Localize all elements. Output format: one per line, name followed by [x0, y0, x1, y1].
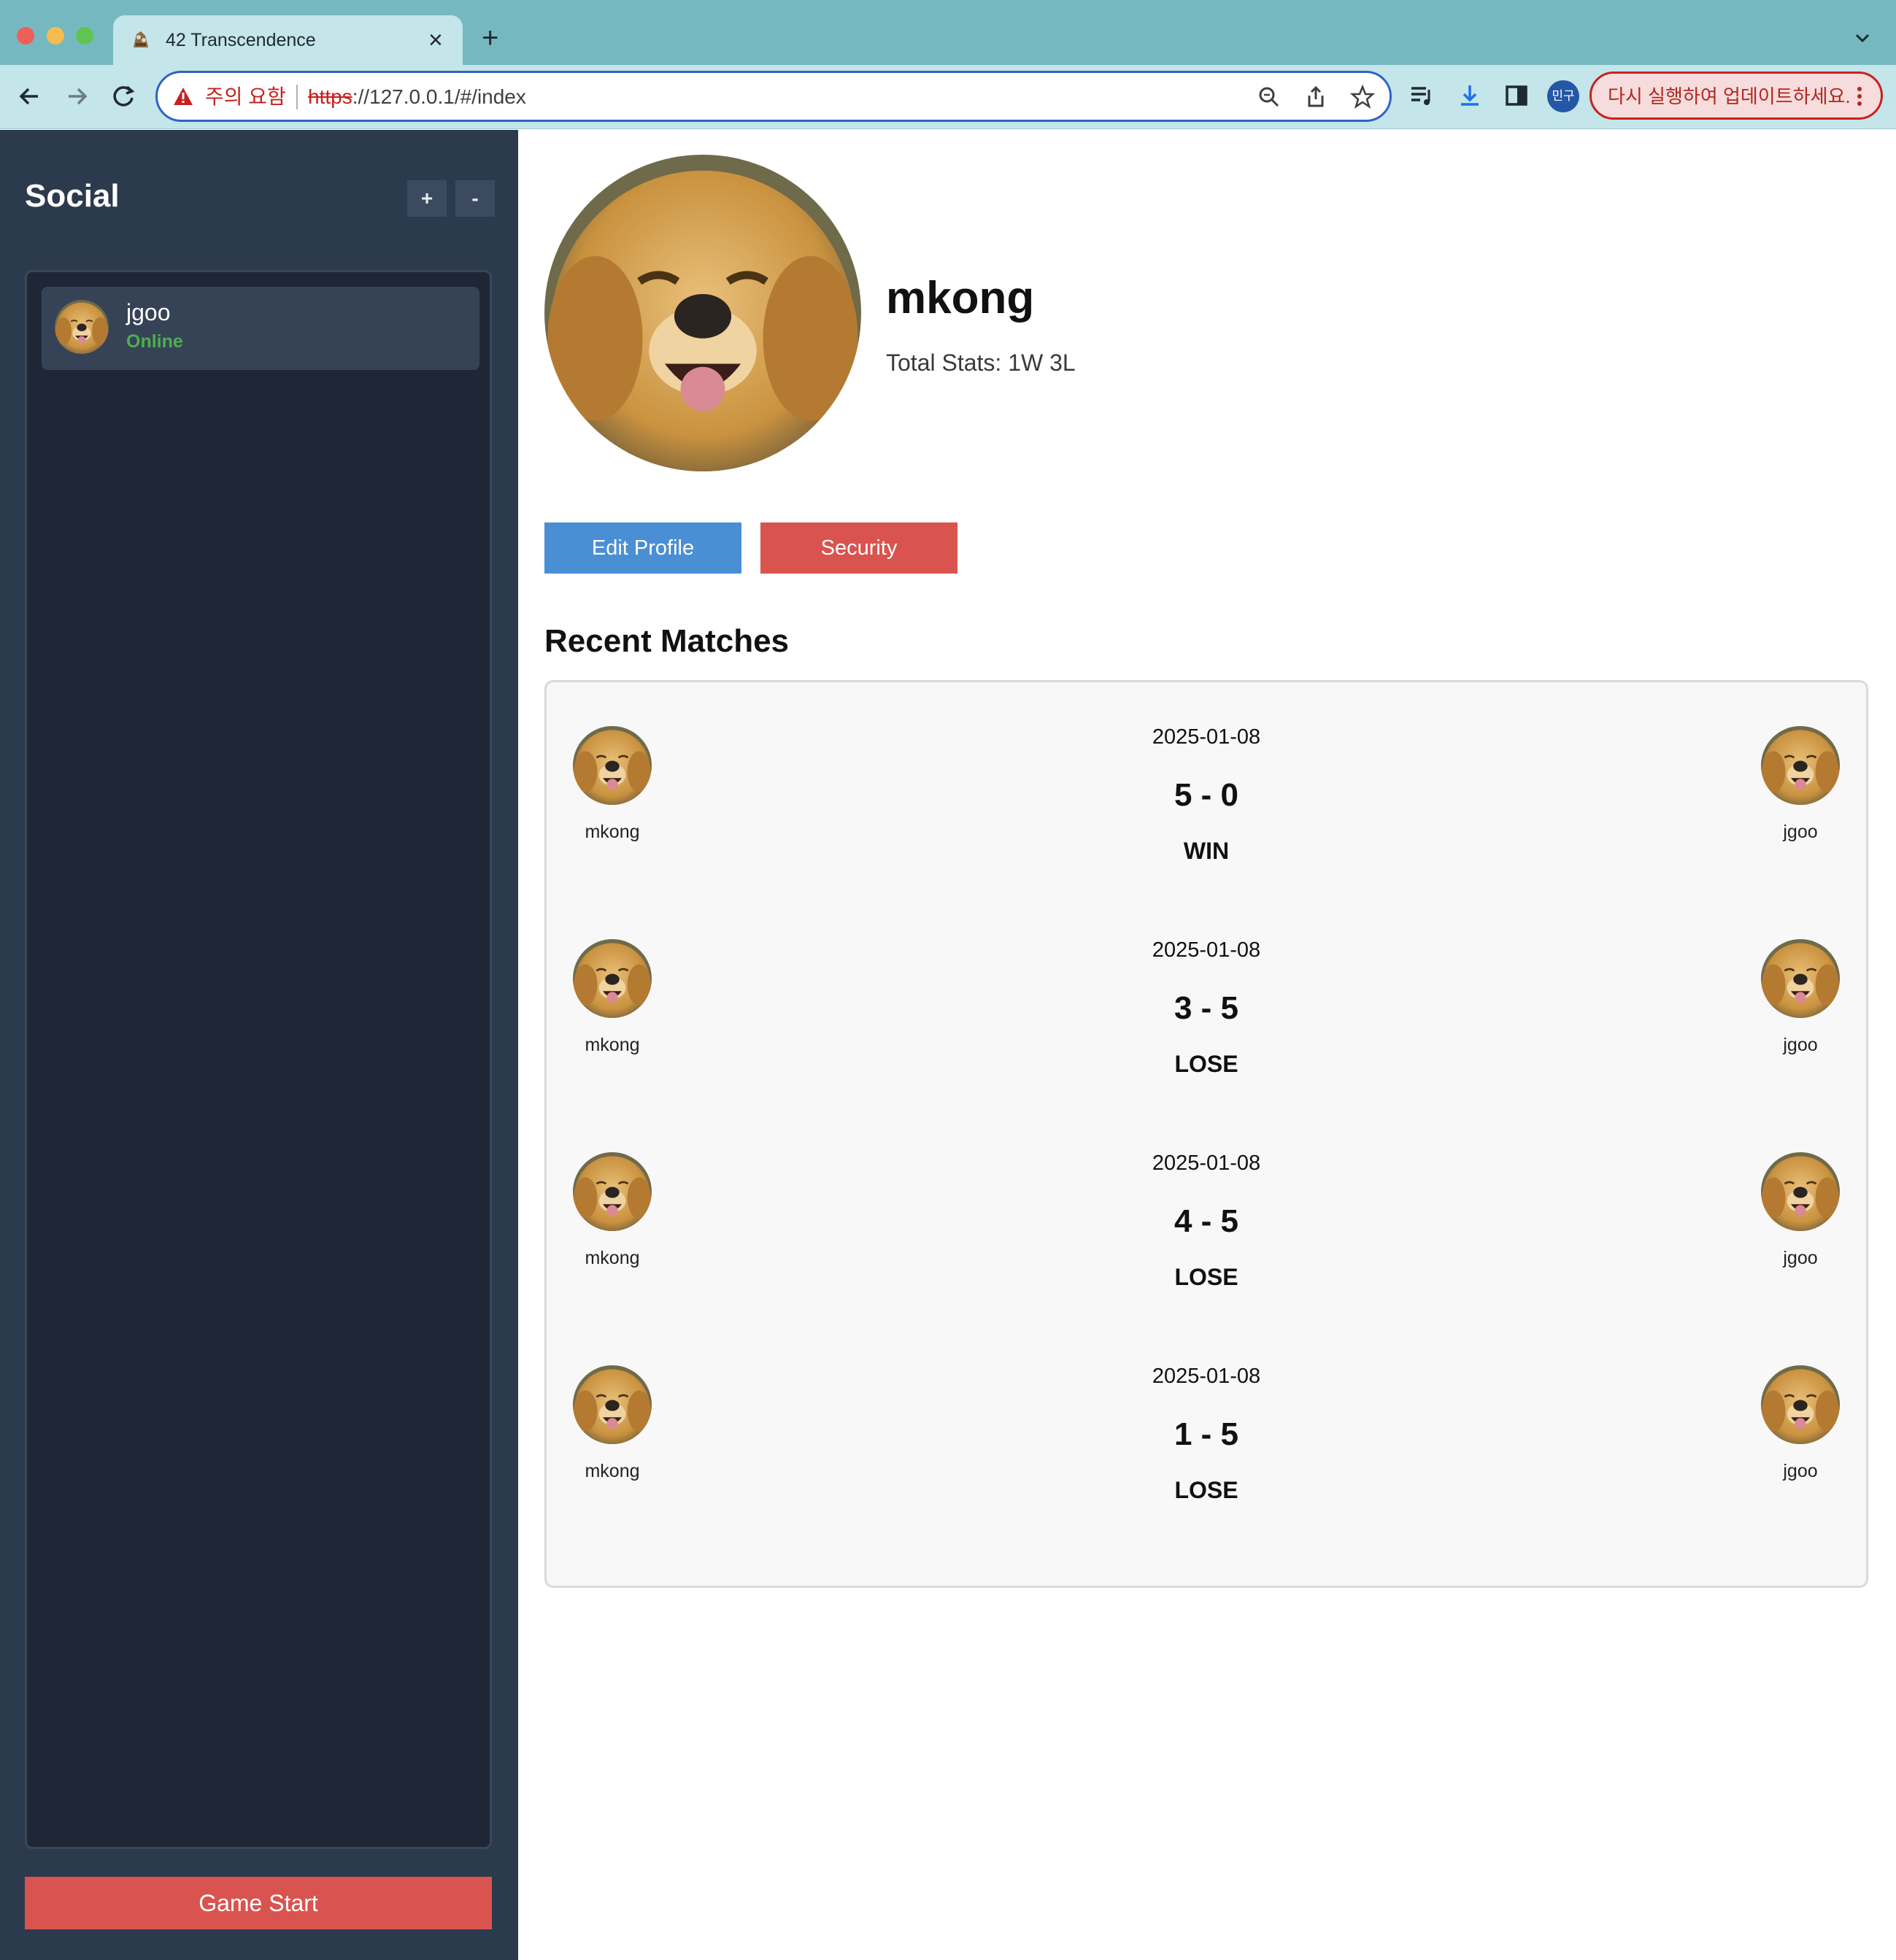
close-window-button[interactable]	[17, 27, 34, 45]
total-stats: Total Stats: 1W 3L	[886, 350, 1076, 376]
opponent-avatar	[1761, 939, 1840, 1018]
recent-matches-list: mkong 2025-01-08 5 - 0 WIN jgoo mkong 20…	[544, 680, 1868, 1588]
share-icon[interactable]	[1303, 85, 1328, 109]
security-warning-label[interactable]: 주의 요함	[205, 85, 286, 109]
friend-status: Online	[126, 331, 183, 352]
download-icon[interactable]	[1455, 81, 1484, 110]
opponent-avatar	[1761, 1152, 1840, 1231]
match-score: 1 - 5	[1174, 1416, 1239, 1452]
url-scheme: https	[308, 85, 352, 108]
minimize-window-button[interactable]	[47, 27, 64, 45]
more-menu-icon[interactable]	[1856, 84, 1863, 109]
friend-list: jgoo Online	[25, 270, 492, 1849]
opponent-name: jgoo	[1783, 822, 1818, 842]
opponent-avatar	[1761, 726, 1840, 805]
match-row: mkong 2025-01-08 3 - 5 LOSE jgoo	[547, 895, 1866, 1108]
match-score: 5 - 0	[1174, 777, 1239, 813]
forward-icon[interactable]	[61, 81, 92, 112]
friend-item[interactable]: jgoo Online	[42, 287, 479, 370]
profile-main: mkong Total Stats: 1W 3L Edit Profile Se…	[518, 130, 1896, 1960]
edit-profile-button[interactable]: Edit Profile	[544, 522, 741, 574]
new-tab-icon[interactable]: +	[482, 23, 498, 53]
player-avatar	[573, 1365, 652, 1444]
security-button[interactable]: Security	[760, 522, 957, 574]
friend-avatar	[55, 300, 109, 354]
remove-friend-button[interactable]: -	[455, 180, 495, 217]
update-button[interactable]: 다시 실행하여 업데이트하세요.	[1589, 72, 1883, 120]
match-row: mkong 2025-01-08 4 - 5 LOSE jgoo	[547, 1108, 1866, 1322]
update-button-label: 다시 실행하여 업데이트하세요.	[1608, 85, 1851, 107]
friend-name: jgoo	[126, 299, 171, 325]
player-name: mkong	[585, 822, 640, 842]
url-text[interactable]: https://127.0.0.1/#/index	[308, 85, 526, 109]
tab-close-icon[interactable]: ×	[428, 27, 443, 53]
address-bar[interactable]: 주의 요함 https://127.0.0.1/#/index	[155, 71, 1392, 122]
player-name: mkong	[585, 1461, 640, 1481]
back-icon[interactable]	[15, 81, 45, 112]
game-start-button[interactable]: Game Start	[25, 1877, 492, 1929]
match-result: LOSE	[1174, 1264, 1238, 1290]
tab-title: 42 Transcendence	[166, 30, 316, 50]
browser-titlebar: 42 Transcendence × +	[0, 0, 1896, 65]
recent-matches-title: Recent Matches	[544, 623, 790, 659]
opponent-name: jgoo	[1783, 1461, 1818, 1481]
match-score: 4 - 5	[1174, 1203, 1239, 1239]
warning-icon[interactable]	[172, 86, 194, 107]
player-avatar	[573, 726, 652, 805]
match-date: 2025-01-08	[1152, 1151, 1261, 1175]
player-avatar	[573, 939, 652, 1018]
match-row: mkong 2025-01-08 5 - 0 WIN jgoo	[547, 682, 1866, 895]
profile-avatar	[544, 155, 861, 471]
player-avatar	[573, 1152, 652, 1231]
opponent-name: jgoo	[1783, 1248, 1818, 1268]
media-control-icon[interactable]	[1407, 81, 1436, 110]
profile-username: mkong	[886, 273, 1035, 323]
player-name: mkong	[585, 1248, 640, 1268]
opponent-name: jgoo	[1783, 1035, 1818, 1055]
browser-toolbar: 주의 요함 https://127.0.0.1/#/index 민구 다시 실행…	[0, 65, 1896, 129]
add-friend-button[interactable]: +	[407, 180, 447, 217]
profile-avatar-button[interactable]: 민구	[1547, 80, 1579, 112]
tab-favicon-icon	[129, 28, 153, 52]
social-sidebar: Social + - jgoo Online Game Start	[0, 130, 518, 1960]
match-result: LOSE	[1174, 1477, 1238, 1503]
maximize-window-button[interactable]	[76, 27, 93, 45]
social-title: Social	[25, 178, 120, 214]
match-date: 2025-01-08	[1152, 1365, 1261, 1388]
opponent-avatar	[1761, 1365, 1840, 1444]
match-result: LOSE	[1174, 1051, 1238, 1077]
reload-icon[interactable]	[108, 81, 139, 112]
match-score: 3 - 5	[1174, 990, 1239, 1026]
side-panel-icon[interactable]	[1502, 81, 1531, 110]
match-row: mkong 2025-01-08 1 - 5 LOSE jgoo	[547, 1322, 1866, 1535]
match-date: 2025-01-08	[1152, 938, 1261, 962]
bookmark-star-icon[interactable]	[1350, 85, 1375, 109]
match-date: 2025-01-08	[1152, 725, 1261, 749]
zoom-icon[interactable]	[1257, 85, 1282, 109]
address-separator	[296, 85, 298, 109]
tab-search-chevron-icon[interactable]	[1852, 28, 1873, 48]
url-rest: ://127.0.0.1/#/index	[352, 85, 526, 108]
player-name: mkong	[585, 1035, 640, 1055]
browser-tab[interactable]: 42 Transcendence ×	[113, 15, 463, 65]
match-result: WIN	[1183, 838, 1230, 864]
